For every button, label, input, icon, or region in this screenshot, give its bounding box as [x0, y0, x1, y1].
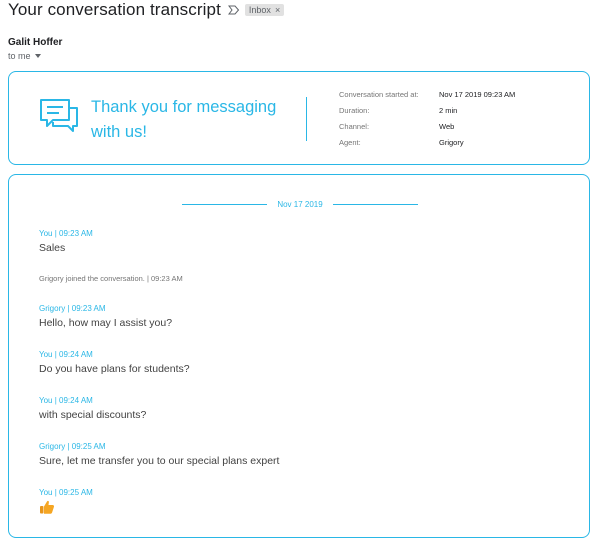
transcript-date: Nov 17 2019 [277, 199, 323, 209]
email-subject-row: Your conversation transcript Inbox × [8, 0, 285, 20]
message-text: Hello, how may I assist you? [39, 317, 173, 329]
thumbs-up-icon [40, 500, 55, 514]
message-meta: You | 09:24 AM [39, 396, 93, 405]
meta-value: 2 min [439, 105, 458, 115]
conversation-meta: Conversation started at: Nov 17 2019 09:… [339, 86, 515, 150]
message-meta: Grigory | 09:25 AM [39, 442, 106, 451]
message-meta: You | 09:25 AM [39, 488, 93, 497]
thank-you-message: Thank you for messaging with us! [91, 98, 277, 141]
remove-label-icon[interactable]: × [275, 5, 280, 15]
chevron-down-icon[interactable] [34, 54, 41, 58]
meta-row-channel: Channel: Web [339, 118, 515, 134]
meta-row-started: Conversation started at: Nov 17 2019 09:… [339, 86, 515, 102]
inbox-label-text: Inbox [248, 5, 271, 15]
message-meta: Grigory | 09:23 AM [39, 304, 106, 313]
message-text: Sales [39, 242, 66, 254]
date-separator: Nov 17 2019 [182, 198, 418, 210]
meta-label: Agent: [339, 137, 361, 147]
importance-marker-icon[interactable] [227, 4, 240, 16]
message-meta: You | 09:24 AM [39, 350, 93, 359]
meta-label: Duration: [339, 105, 370, 115]
meta-value: Web [439, 121, 455, 131]
meta-label: Conversation started at: [339, 89, 419, 99]
sender-name[interactable]: Galit Hoffer [8, 37, 62, 48]
message-meta: You | 09:23 AM [39, 229, 93, 238]
recipient-text: to me [8, 51, 31, 61]
email-subject: Your conversation transcript [8, 0, 221, 19]
message-text: Do you have plans for students? [39, 363, 190, 375]
message-text: with special discounts? [39, 409, 147, 421]
meta-label: Channel: [339, 121, 370, 131]
meta-value: Nov 17 2019 09:23 AM [439, 89, 516, 99]
recipient-details[interactable]: to me [8, 51, 41, 61]
meta-row-duration: Duration: 2 min [339, 102, 515, 118]
meta-row-agent: Agent: Grigory [339, 134, 515, 150]
divider [332, 203, 418, 205]
system-message: Grigory joined the conversation. | 09:23… [39, 274, 183, 283]
chat-bubbles-icon [40, 99, 78, 132]
divider [182, 203, 268, 205]
transcript-card: Nov 17 2019 You | 09:23 AM Sales Grigory… [8, 174, 590, 538]
meta-value: Grigory [439, 137, 464, 147]
message-text: Sure, let me transfer you to our special… [39, 455, 280, 467]
summary-divider [306, 97, 307, 141]
summary-card: Thank you for messaging with us! Convers… [8, 71, 590, 165]
inbox-label-chip: Inbox × [244, 4, 285, 16]
